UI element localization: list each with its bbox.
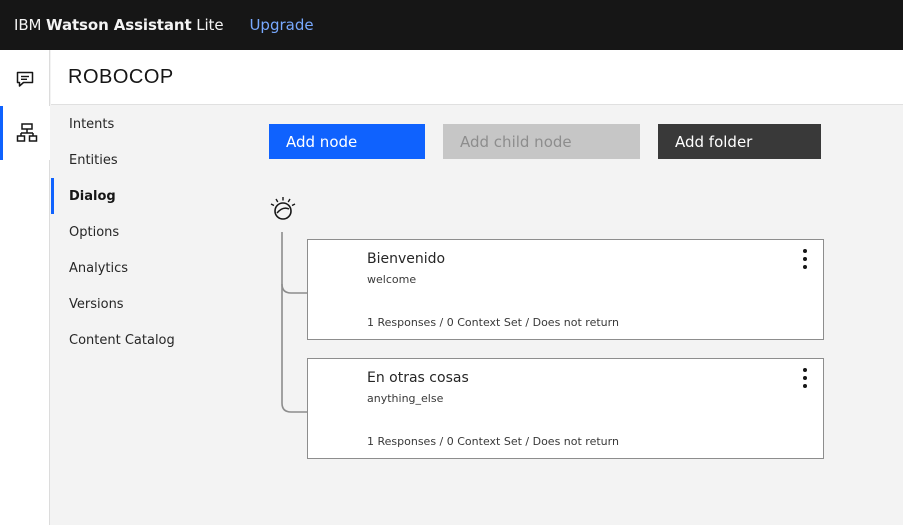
node-overflow-menu-icon[interactable]: [799, 249, 811, 269]
brand-product: Watson Assistant: [46, 16, 192, 34]
dialog-node[interactable]: Bienvenido welcome 1 Responses / 0 Conte…: [307, 239, 824, 340]
skills-tree-icon: [16, 123, 37, 142]
nav-item-dialog[interactable]: Dialog: [51, 178, 251, 214]
add-node-button[interactable]: Add node: [269, 124, 425, 159]
nav-item-analytics[interactable]: Analytics: [51, 250, 251, 286]
watson-root-icon: [270, 197, 296, 220]
add-folder-button[interactable]: Add folder: [658, 124, 821, 159]
brand-suffix: Lite: [191, 16, 224, 34]
nav-item-content-catalog[interactable]: Content Catalog: [51, 322, 251, 358]
chat-icon: [16, 71, 34, 87]
node-overflow-menu-icon[interactable]: [799, 368, 811, 388]
nav-item-versions[interactable]: Versions: [51, 286, 251, 322]
add-child-node-button[interactable]: Add child node: [443, 124, 640, 159]
top-bar: IBM Watson Assistant Lite Upgrade: [0, 0, 903, 50]
skill-nav: Intents Entities Dialog Options Analytic…: [51, 106, 251, 358]
upgrade-link[interactable]: Upgrade: [249, 16, 313, 34]
assistants-rail-button[interactable]: [0, 52, 50, 106]
dialog-node[interactable]: En otras cosas anything_else 1 Responses…: [307, 358, 824, 459]
skill-header: ROBOCOP: [51, 50, 903, 105]
icon-rail: [0, 50, 50, 525]
nav-item-entities[interactable]: Entities: [51, 142, 251, 178]
skill-title: ROBOCOP: [68, 66, 174, 88]
node-title: Bienvenido: [367, 251, 446, 267]
node-title: En otras cosas: [367, 370, 469, 386]
node-summary: 1 Responses / 0 Context Set / Does not r…: [367, 316, 619, 329]
nav-item-options[interactable]: Options: [51, 214, 251, 250]
node-summary: 1 Responses / 0 Context Set / Does not r…: [367, 435, 619, 448]
node-condition: welcome: [367, 273, 417, 286]
nav-item-intents[interactable]: Intents: [51, 106, 251, 142]
brand-prefix: IBM: [14, 16, 47, 34]
skills-rail-button[interactable]: [0, 106, 50, 160]
app-brand[interactable]: IBM Watson Assistant Lite: [14, 16, 224, 34]
tree-connector: [281, 232, 307, 413]
node-condition: anything_else: [367, 392, 444, 405]
